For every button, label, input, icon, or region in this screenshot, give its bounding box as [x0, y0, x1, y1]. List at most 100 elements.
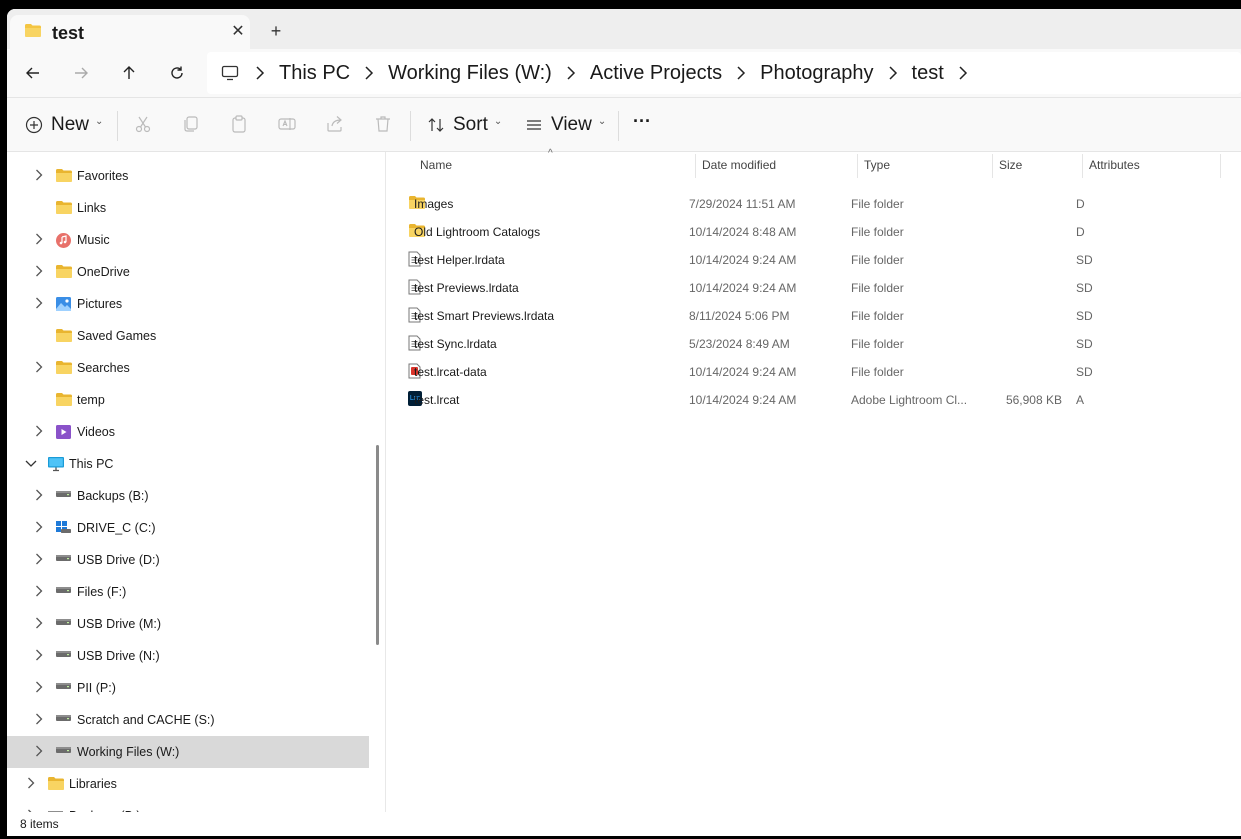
column-header-type[interactable]: Type [864, 152, 890, 178]
breadcrumb[interactable]: This PC Working Files (W:) Active Projec… [207, 52, 1241, 94]
sidebar-item-usb-drive-m[interactable]: USB Drive (M:) [7, 608, 369, 640]
chevron-right-icon[interactable] [33, 745, 45, 760]
table-row[interactable]: test Helper.lrdata 10/14/2024 9:24 AM File… [406, 246, 1226, 274]
copy-icon[interactable] [181, 114, 203, 136]
chevron-right-icon[interactable] [33, 297, 45, 312]
cell-name: Images [414, 197, 454, 211]
more-options-button[interactable]: ··· [633, 94, 651, 148]
sidebar-item-label: Working Files (W:) [77, 745, 180, 759]
cut-icon[interactable] [133, 114, 155, 136]
sidebar-item-drive-c-c[interactable]: DRIVE_C (C:) [7, 512, 369, 544]
sidebar-item-pii-p[interactable]: PII (P:) [7, 672, 369, 704]
delete-icon[interactable] [373, 114, 395, 136]
sidebar-item-usb-drive-n[interactable]: USB Drive (N:) [7, 640, 369, 672]
drive-icon [55, 712, 73, 728]
sidebar-item-this-pc[interactable]: This PC [7, 448, 369, 480]
sidebar-item-working-files-w[interactable]: Working Files (W:) [7, 736, 369, 768]
breadcrumb-photography[interactable]: Photography [760, 62, 873, 85]
chevron-right-icon[interactable] [33, 585, 45, 600]
new-tab-button[interactable]: + [265, 21, 287, 41]
cell-type: File folder [851, 337, 904, 351]
chevron-right-icon[interactable] [736, 66, 746, 80]
chevron-right-icon[interactable] [888, 66, 898, 80]
column-header-date[interactable]: Date modified [702, 152, 776, 178]
sidebar-item-backups-b[interactable]: Backups (B:) [7, 800, 369, 812]
sidebar-item-scratch-and-cache-s[interactable]: Scratch and CACHE (S:) [7, 704, 369, 736]
folder-icon [55, 328, 73, 344]
up-button[interactable] [117, 61, 141, 85]
refresh-button[interactable] [165, 61, 189, 85]
close-tab-icon[interactable]: ✕ [228, 21, 248, 41]
table-row[interactable]: Images 7/29/2024 11:51 AM File folder D [406, 190, 1226, 218]
column-separator[interactable] [1082, 154, 1083, 178]
sidebar-item-files-f[interactable]: Files (F:) [7, 576, 369, 608]
chevron-right-icon[interactable] [33, 617, 45, 632]
table-row[interactable]: test Sync.lrdata 5/23/2024 8:49 AM File fo… [406, 330, 1226, 358]
sidebar-item-music[interactable]: Music [7, 224, 369, 256]
column-header-size[interactable]: Size [999, 152, 1022, 178]
folder-icon [55, 264, 73, 280]
column-separator[interactable] [695, 154, 696, 178]
sidebar-item-favorites[interactable]: Favorites [7, 160, 369, 192]
table-row[interactable]: test Previews.lrdata 10/14/2024 9:24 AM Fi… [406, 274, 1226, 302]
share-icon[interactable] [325, 114, 347, 136]
breadcrumb-working-files[interactable]: Working Files (W:) [388, 62, 552, 85]
sidebar-item-temp[interactable]: temp [7, 384, 369, 416]
column-header-attributes[interactable]: Attributes [1089, 152, 1140, 178]
sidebar-item-label: Links [77, 201, 107, 215]
monitor-icon[interactable] [221, 65, 239, 81]
chevron-right-icon[interactable] [33, 713, 45, 728]
column-separator[interactable] [1220, 154, 1221, 178]
new-button[interactable]: New ⌄ [25, 98, 103, 152]
column-separator[interactable] [857, 154, 858, 178]
chevron-right-icon[interactable] [33, 361, 45, 376]
sidebar-item-libraries[interactable]: Libraries [7, 768, 369, 800]
chevron-right-icon[interactable] [33, 425, 45, 440]
chevron-right-icon[interactable] [364, 66, 374, 80]
chevron-right-icon[interactable] [33, 489, 45, 504]
chevron-right-icon[interactable] [33, 169, 45, 184]
back-button[interactable] [21, 61, 45, 85]
sort-button[interactable]: Sort ⌄ [427, 98, 502, 152]
command-bar: New ⌄ Sort ⌄ View ⌄ ··· [7, 98, 1241, 152]
chevron-right-icon[interactable] [33, 681, 45, 696]
table-row[interactable]: Old Lightroom Catalogs 10/14/2024 8:48 AM… [406, 218, 1226, 246]
sidebar-item-saved-games[interactable]: Saved Games [7, 320, 369, 352]
sidebar-item-searches[interactable]: Searches [7, 352, 369, 384]
view-button[interactable]: View ⌄ [525, 98, 606, 152]
table-row[interactable]: Lrc test.lrcat 10/14/2024 9:24 AM Adobe Lig… [406, 386, 1226, 414]
chevron-right-icon[interactable] [33, 649, 45, 664]
tab-test[interactable]: test ✕ [10, 15, 250, 49]
chevron-right-icon[interactable] [566, 66, 576, 80]
column-separator[interactable] [992, 154, 993, 178]
tab-title: test [52, 23, 85, 43]
forward-button[interactable] [69, 61, 93, 85]
paste-icon[interactable] [229, 114, 251, 136]
sidebar-item-links[interactable]: Links [7, 192, 369, 224]
sidebar-item-pictures[interactable]: Pictures [7, 288, 369, 320]
drive-icon [55, 552, 73, 568]
cell-attr: SD [1076, 253, 1093, 267]
sidebar-item-label: DRIVE_C (C:) [77, 521, 156, 535]
breadcrumb-active-projects[interactable]: Active Projects [590, 62, 722, 85]
chevron-right-icon[interactable] [958, 66, 968, 80]
chevron-right-icon[interactable] [33, 521, 45, 536]
table-row[interactable]: test Smart Previews.lrdata 8/11/2024 5:06… [406, 302, 1226, 330]
chevron-right-icon[interactable] [25, 777, 37, 792]
breadcrumb-this-pc[interactable]: This PC [279, 62, 350, 85]
sidebar-item-videos[interactable]: Videos [7, 416, 369, 448]
chevron-right-icon[interactable] [33, 233, 45, 248]
chevron-right-icon[interactable] [33, 553, 45, 568]
chevron-right-icon[interactable] [33, 265, 45, 280]
breadcrumb-test[interactable]: test [912, 62, 944, 85]
table-row[interactable]: test.lrcat-data 10/14/2024 9:24 AM File fo… [406, 358, 1226, 386]
sidebar-scrollbar[interactable] [376, 445, 379, 645]
sidebar-item-usb-drive-d[interactable]: USB Drive (D:) [7, 544, 369, 576]
sidebar-item-onedrive[interactable]: OneDrive [7, 256, 369, 288]
chevron-down-icon[interactable] [25, 457, 37, 471]
chevron-right-icon[interactable] [255, 66, 265, 80]
folder-icon [55, 392, 73, 408]
column-header-name[interactable]: Name [420, 152, 452, 178]
rename-icon[interactable] [277, 114, 299, 136]
sidebar-item-backups-b[interactable]: Backups (B:) [7, 480, 369, 512]
